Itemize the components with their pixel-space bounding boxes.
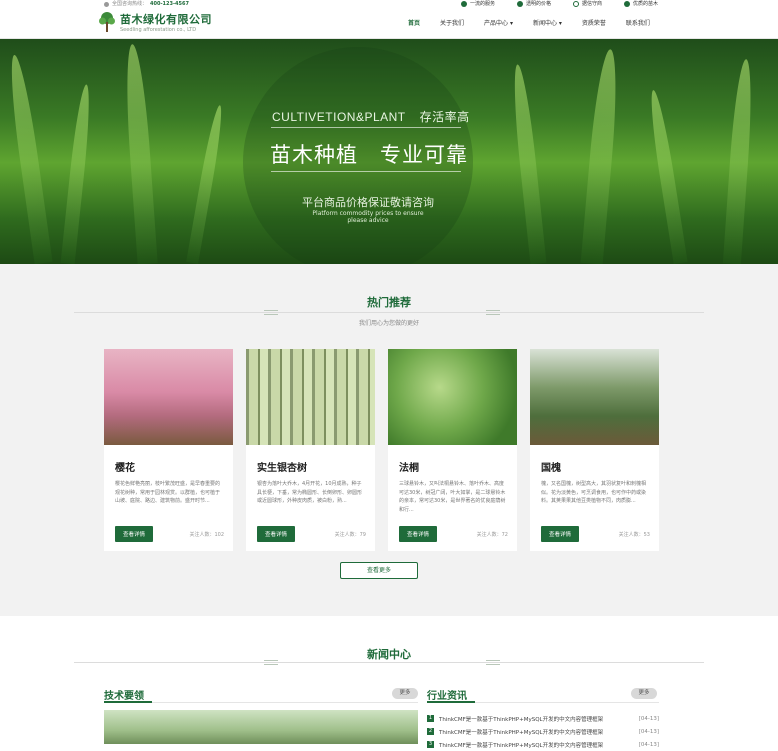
shield-icon: [623, 1, 630, 7]
nav-products[interactable]: 产品中心 ▾: [474, 8, 523, 39]
nav-news[interactable]: 新闻中心 ▾: [523, 8, 572, 39]
section-title: 热门推荐: [367, 296, 411, 309]
feature-list: 一流的服务 透明的价格 据信守商 优质的苗木: [460, 0, 658, 8]
product-desc: 槐，又名国槐，树型高大，其羽状复叶和刺槐相似。花为淡黄色，可烹调食用，也可作中药…: [541, 481, 647, 504]
product-card[interactable]: 樱花 樱花色鲜艳亮丽，枝叶繁茂旺盛，是早春重要的观花树种，常用于园林观赏。以群植…: [104, 349, 233, 551]
feature-item: 据信守商: [572, 0, 602, 8]
follow-count: 关注人数：53: [618, 531, 650, 538]
tech-divider: [104, 701, 418, 703]
nav-home[interactable]: 首页: [398, 8, 430, 39]
divider: [74, 310, 704, 315]
news-date: [04-13]: [638, 728, 659, 735]
hotline: 全国咨询热线： 400-123-4567: [104, 0, 189, 8]
follow-count: 关注人数：79: [334, 531, 366, 538]
product-card[interactable]: 国槐 槐，又名国槐，树型高大，其羽状复叶和刺槐相似。花为淡黄色，可烹调食用，也可…: [530, 349, 659, 551]
industry-divider: [427, 701, 659, 703]
tech-image[interactable]: [104, 710, 418, 744]
phone-icon: [104, 1, 109, 7]
hero-headline: 苗木种植 专业可靠: [270, 143, 468, 167]
tech-more-button[interactable]: 更多: [392, 688, 418, 699]
news-index: 1: [427, 715, 434, 722]
nav-about[interactable]: 关于我们: [430, 8, 474, 39]
hotline-number: 400-123-4567: [150, 1, 189, 7]
product-desc: 银杏为落叶大乔木，4月开花，10月成熟，种子具长梗，下垂，常为椭圆形、长倒卵形、…: [257, 481, 363, 504]
news-index: 2: [427, 728, 434, 735]
feature-item: 一流的服务: [460, 0, 495, 8]
feature-item: 优质的苗木: [623, 0, 658, 8]
product-name: 实生银杏树: [257, 463, 307, 474]
nav-honors[interactable]: 资质荣誉: [572, 8, 616, 39]
section-subtitle: 我们用心为您做的更好: [358, 320, 419, 327]
news-title[interactable]: ThinkCMF是一款基于ThinkPHP+MySQL开发的中文内容管理框架: [439, 741, 635, 749]
news-index: 3: [427, 741, 434, 748]
product-image[interactable]: [104, 349, 233, 445]
logo-subtext: Seedling afforestation co., LTD: [120, 27, 197, 33]
follow-count: 关注人数：102: [189, 531, 224, 538]
product-name: 国槐: [541, 463, 561, 474]
industry-more-button[interactable]: 更多: [631, 688, 657, 699]
heart-icon: [460, 1, 467, 7]
view-detail-button[interactable]: 查看详情: [257, 526, 296, 542]
news-list: 1 ThinkCMF是一款基于ThinkPHP+MySQL开发的中文内容管理框架…: [427, 712, 659, 751]
hero-subtitle: 平台商品价格保证敬请咨询: [302, 196, 434, 209]
divider: [74, 660, 704, 665]
view-detail-button[interactable]: 查看详情: [115, 526, 154, 542]
tech-title[interactable]: 技术要领: [104, 687, 144, 702]
medal-icon: [572, 1, 579, 7]
product-desc: 三球悬铃木，又叫法桐悬铃木、落叶乔木、高度可达30米，树冠广阔，叶大如掌，是二球…: [399, 481, 506, 513]
hotline-label: 全国咨询热线：: [112, 1, 148, 7]
view-detail-button[interactable]: 查看详情: [541, 526, 580, 542]
product-card[interactable]: 实生银杏树 银杏为落叶大乔木，4月开花，10月成熟，种子具长梗，下垂，常为椭圆形…: [246, 349, 375, 551]
product-card[interactable]: 法桐 三球悬铃木，又叫法桐悬铃木、落叶乔木、高度可达30米，树冠广阔，叶大如掌，…: [388, 349, 517, 551]
product-image[interactable]: [530, 349, 659, 445]
news-date: [04-13]: [638, 741, 659, 748]
section-title: 新闻中心: [367, 648, 411, 661]
site-header: 苗木绿化有限公司 Seedling afforestation co., LTD…: [0, 8, 778, 39]
top-bar: 全国咨询热线： 400-123-4567 一流的服务 透明的价格 据信守商 优质…: [0, 0, 778, 8]
price-tag-icon: [516, 1, 523, 7]
follow-count: 关注人数：72: [476, 531, 508, 538]
main-nav: 首页 关于我们 产品中心 ▾ 新闻中心 ▾ 资质荣誉 联系我们: [398, 8, 660, 39]
hero-subtitle-en: Platform commodity prices to ensure plea…: [312, 210, 424, 224]
news-title[interactable]: ThinkCMF是一款基于ThinkPHP+MySQL开发的中文内容管理框架: [439, 728, 635, 736]
product-name: 樱花: [115, 463, 135, 474]
logo[interactable]: 苗木绿化有限公司 Seedling afforestation co., LTD: [98, 11, 212, 33]
product-name: 法桐: [399, 463, 419, 474]
nav-contact[interactable]: 联系我们: [616, 8, 660, 39]
view-more-button[interactable]: 查看更多: [340, 562, 418, 579]
view-detail-button[interactable]: 查看详情: [399, 526, 438, 542]
hero-banner: CULTIVETION&PLANT 存活率高 苗木种植 专业可靠 平台商品价格保证…: [0, 39, 778, 264]
news-title[interactable]: ThinkCMF是一款基于ThinkPHP+MySQL开发的中文内容管理框架: [439, 715, 635, 723]
news-item[interactable]: 1 ThinkCMF是一款基于ThinkPHP+MySQL开发的中文内容管理框架…: [427, 712, 659, 725]
feature-item: 透明的价格: [516, 0, 551, 8]
product-image[interactable]: [246, 349, 375, 445]
news-item[interactable]: 3 ThinkCMF是一款基于ThinkPHP+MySQL开发的中文内容管理框架…: [427, 738, 659, 751]
product-image[interactable]: [388, 349, 517, 445]
logo-text: 苗木绿化有限公司: [120, 13, 212, 26]
product-list: 樱花 樱花色鲜艳亮丽，枝叶繁茂旺盛，是早春重要的观花树种，常用于园林观赏。以群植…: [104, 349, 659, 551]
tree-logo-icon: [98, 11, 116, 33]
industry-title[interactable]: 行业资讯: [427, 687, 467, 702]
news-item[interactable]: 2 ThinkCMF是一款基于ThinkPHP+MySQL开发的中文内容管理框架…: [427, 725, 659, 738]
hero-tagline: CULTIVETION&PLANT 存活率高: [272, 110, 470, 124]
news-date: [04-13]: [638, 715, 659, 722]
product-desc: 樱花色鲜艳亮丽，枝叶繁茂旺盛，是早春重要的观花树种，常用于园林观赏。以群植，也可…: [115, 481, 221, 504]
